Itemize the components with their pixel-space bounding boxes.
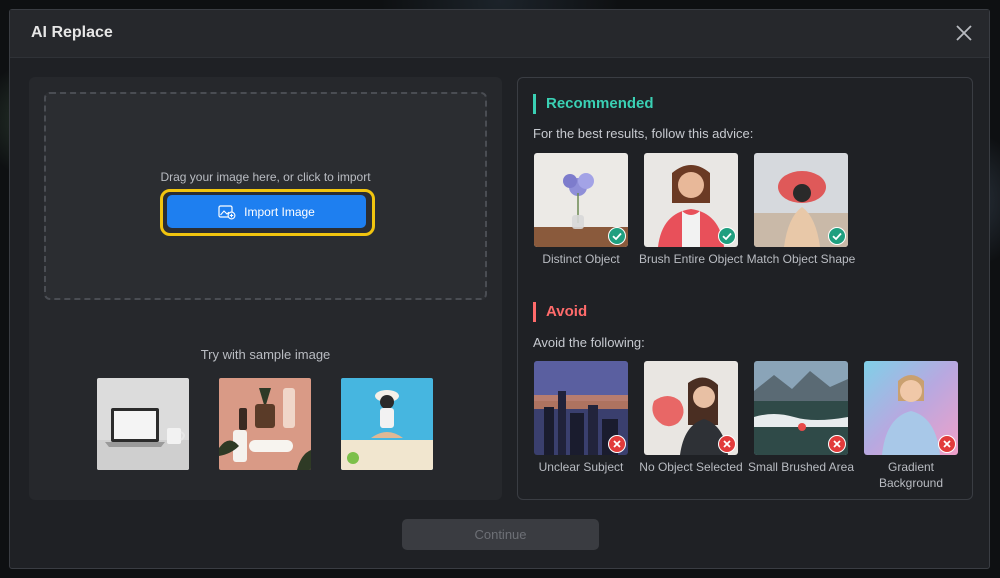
continue-button[interactable]: Continue [402, 519, 599, 550]
avoid-gradient-background-image [864, 361, 958, 455]
avoid-unclear-subject-image [534, 361, 628, 455]
avoid-label: Unclear Subject [538, 460, 624, 474]
import-image-button[interactable]: Import Image [167, 195, 366, 228]
ai-replace-dialog: AI Replace Drag your image here, or clic… [9, 9, 990, 569]
cross-icon [938, 435, 956, 453]
recommended-label: Distinct Object [542, 252, 620, 266]
cross-icon [828, 435, 846, 453]
recommended-distinct-object-image [534, 153, 628, 247]
image-dropzone[interactable]: Drag your image here, or click to import… [44, 92, 487, 300]
import-image-label: Import Image [244, 204, 315, 219]
dropzone-hint: Drag your image here, or click to import [160, 170, 371, 184]
sample-image-cosmetics[interactable] [219, 378, 311, 470]
avoid-no-object-selected-image [644, 361, 738, 455]
import-panel: Drag your image here, or click to import… [29, 77, 502, 500]
sample-title: Try with sample image [200, 347, 331, 362]
cross-icon [718, 435, 736, 453]
check-icon [718, 227, 736, 245]
check-icon [608, 227, 626, 245]
avoid-small-brushed-area-image [754, 361, 848, 455]
cross-icon [608, 435, 626, 453]
avoid-subtitle: Avoid the following: [533, 335, 645, 350]
tips-panel: Recommended For the best results, follow… [517, 77, 973, 500]
recommended-title: Recommended [533, 94, 654, 114]
avoid-label: No Object Selected [639, 460, 743, 474]
sample-image-beach[interactable] [341, 378, 433, 470]
recommended-label: Match Object Shape [746, 252, 856, 266]
sample-image-laptop[interactable] [97, 378, 189, 470]
avoid-label: Gradient Background [878, 460, 944, 490]
check-icon [828, 227, 846, 245]
close-icon[interactable] [953, 22, 975, 44]
recommended-brush-entire-object-image [644, 153, 738, 247]
dialog-title: AI Replace [31, 24, 113, 41]
avoid-title: Avoid [533, 302, 587, 322]
dialog-header: AI Replace [10, 10, 989, 58]
recommended-label: Brush Entire Object [638, 252, 744, 266]
avoid-label: Small Brushed Area [747, 460, 855, 474]
recommended-subtitle: For the best results, follow this advice… [533, 126, 754, 141]
image-add-icon [218, 204, 236, 219]
recommended-match-object-shape-image [754, 153, 848, 247]
